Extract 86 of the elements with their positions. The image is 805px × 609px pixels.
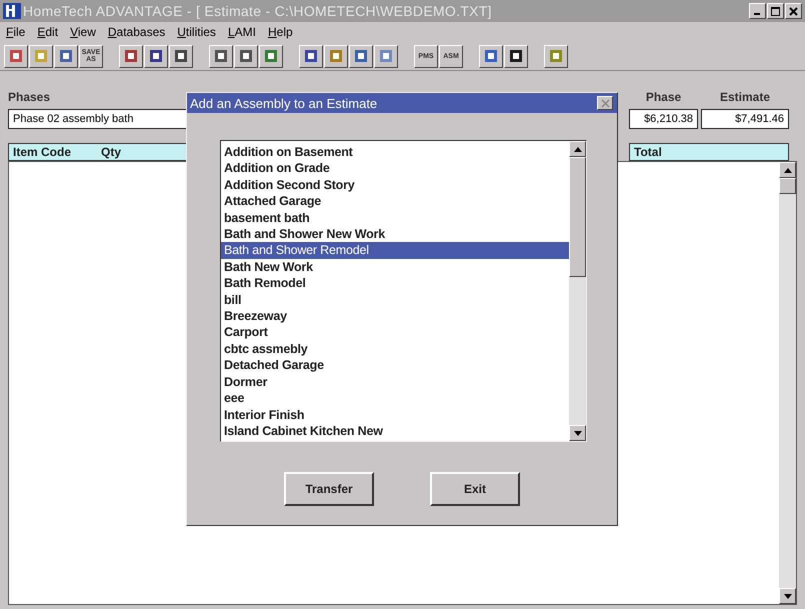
toolbar-button[interactable] [144,44,168,68]
up-arrow-icon [784,168,792,172]
menu-item[interactable]: Databases [108,25,166,39]
column-header: Total [634,145,662,159]
total-label: Estimate [718,90,772,104]
toolbar-button[interactable] [479,44,503,68]
list-item[interactable]: Addition on Basement [221,144,569,160]
list-item[interactable]: basement bath [221,210,569,226]
menu-item[interactable]: Help [268,25,293,39]
list-item[interactable]: bill [221,292,569,308]
square-icon [548,48,564,64]
down-arrow-icon [784,594,792,598]
list-item[interactable]: Bath Remodel [221,275,569,292]
toolbar-button[interactable] [324,44,348,68]
list-item[interactable]: Bath and Shower Remodel [221,242,569,259]
total-label: Phase [644,90,682,104]
square-icon [303,48,319,64]
square-icon [58,48,74,64]
square-icon [148,48,164,64]
scrollbar[interactable] [569,141,586,441]
toolbar-button[interactable] [299,44,323,68]
list-item[interactable]: Bath and Shower New Work [221,226,569,242]
maximize-button[interactable] [767,3,784,19]
toolbar-button[interactable] [54,44,78,68]
toolbar-button[interactable] [29,44,53,68]
menu-item[interactable]: Edit [37,25,58,39]
toolbar-button[interactable] [544,44,568,68]
menu-item[interactable]: File [6,25,26,39]
toolbar-button[interactable] [234,44,258,68]
toolbar-button[interactable] [119,44,143,68]
transfer-button[interactable]: Transfer [284,472,374,506]
toolbar-button[interactable] [259,44,283,68]
amount-field: $7,491.46 [701,109,789,129]
toolbar-button[interactable] [349,44,373,68]
scrollbar[interactable] [779,162,796,604]
down-arrow-icon [574,430,582,436]
close-button[interactable] [597,96,613,110]
column-header: Item Code [13,145,72,159]
toolbar-button[interactable] [4,44,28,68]
toolbar-button[interactable] [209,44,233,68]
square-icon [33,48,49,64]
list-item[interactable]: Attached Garage [221,193,569,210]
window-title: HomeTech ADVANTAGE - [ Estimate - C:\HOMETECH\WEBDEMO.TXT] [23,3,492,19]
square-icon [123,48,139,64]
square-icon [483,48,499,64]
list-item[interactable]: eee [221,390,569,406]
close-icon [789,6,798,16]
square-icon [238,48,254,64]
app-logo-icon [3,3,21,19]
list-item[interactable]: Island Cabinet Kitchen New [221,422,569,440]
phases-label: Phases [8,90,50,104]
assembly-list[interactable] [220,140,587,442]
list-item[interactable]: Detached Garage [221,357,569,374]
list-item[interactable]: Bath New Work [221,258,569,276]
square-icon [263,48,279,64]
square-icon [213,48,229,64]
list-item[interactable]: Carport [221,324,569,341]
close-icon [600,98,610,108]
menu-item[interactable]: LAMI [228,25,256,39]
menu-item[interactable]: View [70,25,96,39]
toolbar-button[interactable] [169,44,193,68]
square-icon [353,48,369,64]
column-header: Qty [101,145,122,159]
close-button[interactable] [785,3,802,19]
menu-item[interactable]: Utilities [177,25,216,39]
dialog-title: Add an Assembly to an Estimate [190,96,378,110]
toolbar-button[interactable] [374,44,398,68]
square-icon [378,48,394,64]
list-item[interactable]: Dormer [221,374,569,390]
list-item[interactable]: cbtc assmebly [221,340,569,358]
amount-field: $6,210.38 [629,109,698,129]
maximize-icon [771,6,780,16]
square-icon [173,48,189,64]
exit-button[interactable]: Exit [430,472,520,506]
square-icon [328,48,344,64]
list-item[interactable]: Addition Second Story [221,176,569,194]
list-item[interactable]: Addition on Grade [221,160,569,177]
square-icon [8,48,24,64]
list-item[interactable]: Breezeway [221,308,569,324]
up-arrow-icon [574,146,582,152]
toolbar-button[interactable] [504,44,528,68]
scroll-thumb[interactable] [779,178,796,194]
square-icon [508,48,524,64]
list-item[interactable]: Interior Finish [221,406,569,423]
scroll-thumb[interactable] [569,157,586,277]
minimize-button[interactable] [749,3,766,19]
